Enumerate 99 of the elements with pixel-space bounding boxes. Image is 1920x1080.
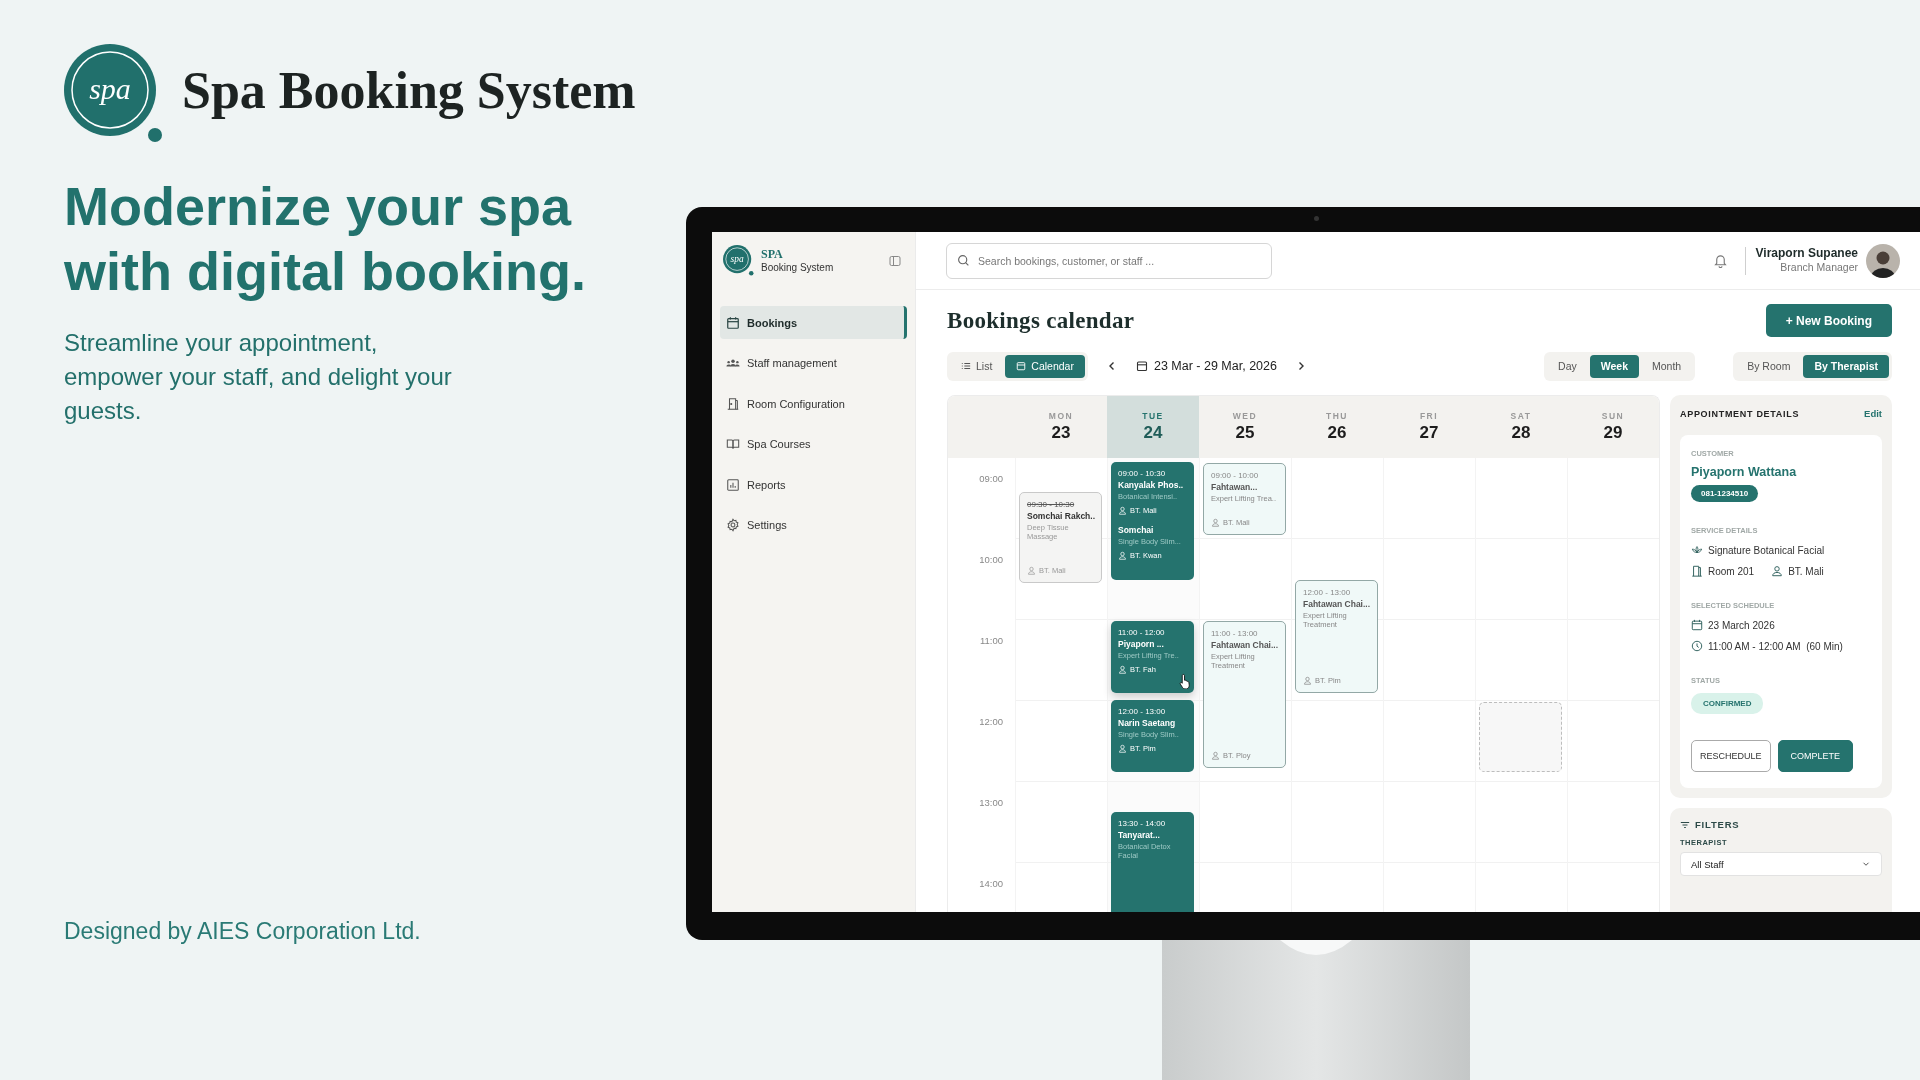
app-name: SPA [761,248,784,263]
filter-icon [1680,819,1690,830]
clock-icon [1691,640,1703,652]
date-value: 23 March 2026 [1708,619,1775,631]
panel-title: APPOINTMENT DETAILS [1680,408,1800,419]
time-value: 11:00 AM - 12:00 AM (60 Min) [1708,640,1843,652]
booking-time: 12:00 - 13:00 [1303,588,1352,597]
camera-dot [1314,216,1319,221]
layout-tab[interactable]: Calendar [1005,354,1085,378]
spa-logo: spa [64,44,164,144]
person-icon [1771,565,1784,577]
complete-button[interactable]: COMPLETE [1777,740,1854,772]
person-icon [1118,744,1127,753]
customer-name: Fahtawan Chai... [1303,599,1370,609]
person-icon [1118,665,1127,674]
customer-name: Fahtawan Chai... [1211,640,1278,650]
reschedule-button[interactable]: RESCHEDULE [1691,740,1771,772]
time-label: 11:00 [979,635,1003,646]
sidebar-item[interactable]: Spa Courses [720,427,907,461]
person-icon [1303,676,1312,685]
booking-time: 11:00 - 12:00 [1118,628,1166,637]
booking-time: 13:30 - 14:00 [1118,819,1167,828]
time-label: 10:00 [979,554,1003,565]
customer-name: Somchai Rakch.. [1027,511,1094,521]
customer-name: Piyaporn ... [1118,639,1165,649]
person-icon [1118,551,1127,560]
date-range: 23 Mar - 29 Mar, 2026 [1153,359,1277,373]
day-header[interactable]: WED 25 [1199,396,1291,458]
status-badge: CONFIRMED [1691,693,1764,714]
view-tab[interactable]: Day [1547,354,1588,378]
day-header[interactable]: SAT 28 [1475,396,1567,458]
tagline: Streamline your appointment, empower your staff, and delight your guests. [64,328,453,426]
user-role: Branch Manager [1780,261,1858,276]
customer-name: Piyaporn Wattana [1691,465,1797,479]
therapist-select[interactable]: All Staff [1680,852,1882,876]
time-label: 13:00 [979,797,1003,808]
booking-time: 09:00 - 10:30 [1118,469,1167,478]
day-header[interactable]: THU 26 [1291,396,1383,458]
service-value: Signature Botanical Facial [1708,544,1825,556]
page-title: Bookings calendar [947,307,1135,334]
booking-time: 09:30 - 10:30 [1027,500,1076,509]
person-icon [1211,751,1220,760]
layout-tab[interactable]: List [950,354,1004,378]
day-header[interactable]: SUN 29 [1567,396,1659,458]
booking-time: 11:00 - 13:00 [1211,629,1259,638]
booking-time: 12:00 - 13:00 [1118,707,1167,716]
nav-icon [726,518,740,532]
room-value: Room 201 [1708,565,1755,577]
nav-icon [726,477,740,492]
view-tab[interactable]: Month [1641,354,1693,378]
edit-link[interactable]: Edit [1864,408,1882,419]
search-icon [957,254,970,267]
day-header[interactable]: FRI 27 [1383,396,1475,458]
sidebar-item[interactable]: Reports [720,468,907,501]
nav-icon [726,396,740,411]
sidebar-item[interactable]: Settings [720,508,907,542]
time-label: 14:00 [979,878,1003,889]
person-icon [1118,506,1127,515]
time-label: 12:00 [979,716,1003,727]
person-icon [1211,518,1220,527]
list-icon [961,361,971,371]
brand-title: Spa Booking System [182,60,636,120]
app-subtitle: Booking System [761,262,834,274]
calendar-icon [1135,360,1148,372]
door-icon [1691,565,1703,577]
spa-logo: spa [723,245,755,277]
customer-name: Tanyarat... [1118,830,1161,840]
notification-bell-icon[interactable] [1712,253,1728,268]
hand-cursor-icon [1179,673,1193,689]
credit-text: Designed by AIES Corporation Ltd. [64,918,421,945]
nav-icon [726,437,740,451]
customer-name: Fahtawan... [1211,482,1259,492]
view-tab[interactable]: Week [1589,354,1639,378]
time-label: 09:00 [979,473,1003,484]
grouping-tab[interactable]: By Room [1736,354,1802,378]
person-icon [1027,566,1036,575]
day-header[interactable]: MON 23 [1015,396,1107,458]
day-header[interactable]: TUE 24 [1107,396,1199,458]
calendar-icon [1016,361,1027,371]
sidebar-item[interactable]: Bookings [720,306,907,339]
booking-time: 09:00 - 10:00 [1211,471,1260,480]
search-field[interactable]: Search bookings, customer, or staff ... [946,242,1272,279]
customer-name: Somchai [1118,525,1155,535]
customer-name: Kanyalak Phos.. [1118,480,1185,490]
lotus-icon [1691,544,1703,556]
sidebar-item[interactable]: Room Configuration [720,387,907,420]
user-name: Viraporn Supanee [1755,245,1858,262]
therapist-value: BT. Mali [1788,565,1824,577]
filters-title: FILTERS [1695,819,1740,830]
avatar[interactable] [1866,243,1900,278]
calendar-icon [1691,619,1703,631]
customer-name: Narin Saetang [1118,718,1177,728]
headline: Modernize your spa with digital booking. [64,175,587,303]
new-booking-button[interactable]: + New Booking [1765,304,1892,337]
sidebar-toggle-icon[interactable] [889,255,901,267]
phone-badge: 081-1234510 [1691,485,1759,502]
sidebar-item[interactable]: Staff management [720,346,907,380]
nav-icon [726,315,740,330]
grouping-tab[interactable]: By Therapist [1803,354,1889,378]
